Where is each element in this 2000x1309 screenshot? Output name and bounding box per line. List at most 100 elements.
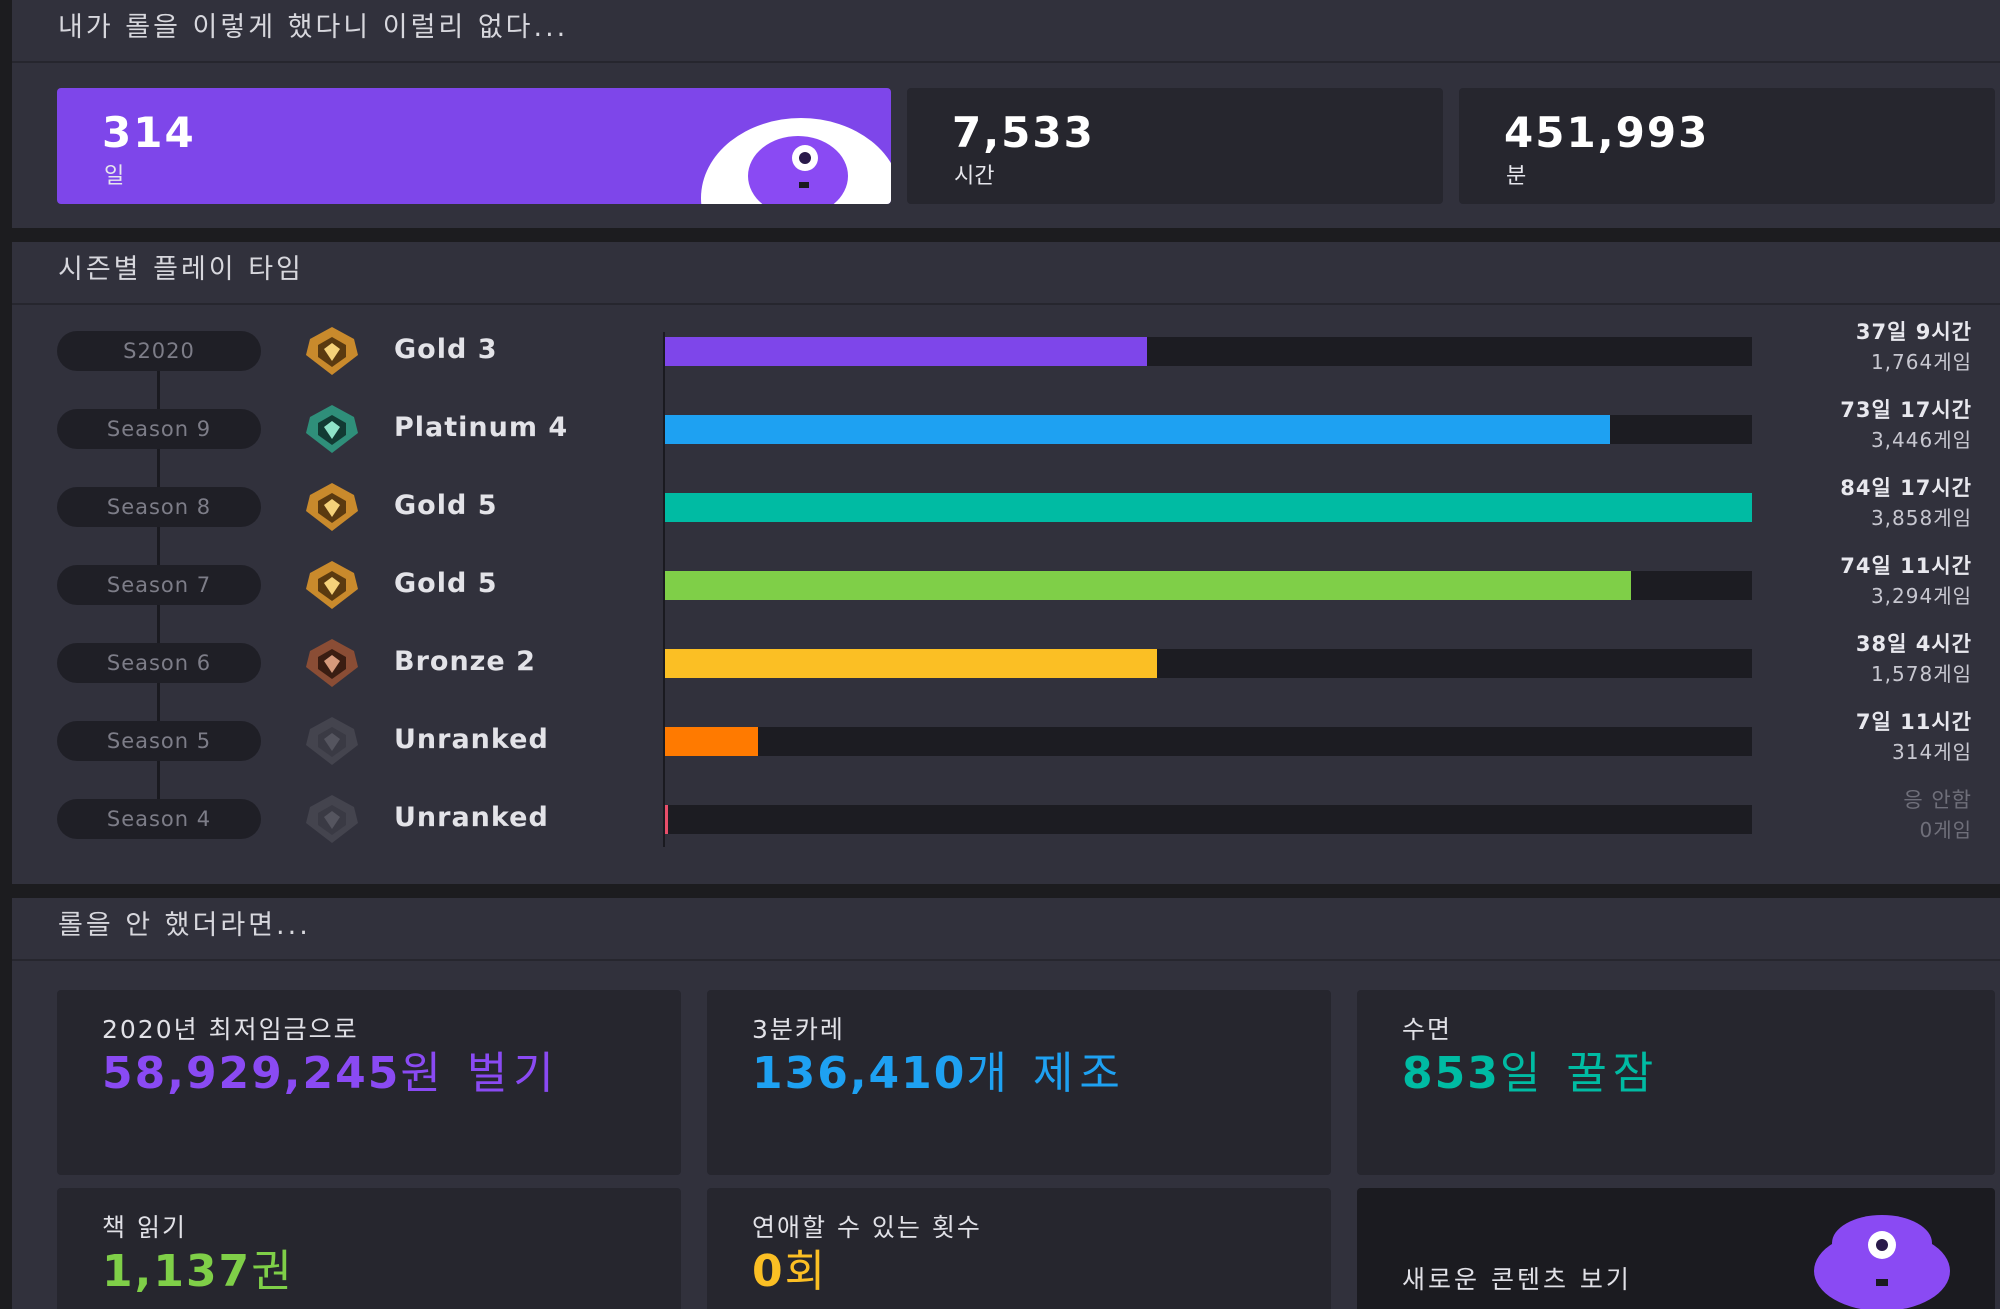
- minutes-unit: 분: [1506, 164, 1527, 189]
- games-count: 1,578게임: [1870, 662, 1972, 686]
- playtime-bar: [665, 415, 1610, 444]
- tier-name: Platinum 4: [394, 412, 569, 443]
- playtime-text: 37일 9시간 1,764게임: [1772, 317, 1972, 377]
- playtime-text: 84일 17시간 3,858게임: [1772, 473, 1972, 533]
- gold-emblem-icon: [302, 325, 362, 377]
- tier-name: Gold 5: [394, 490, 498, 521]
- hours-value: 7,533: [952, 108, 1095, 157]
- season-pill: S2020: [57, 331, 261, 371]
- playtime-text: 74일 11시간 3,294게임: [1772, 551, 1972, 611]
- curry-card: 3분카레 136,410개 제조: [707, 990, 1331, 1175]
- playtime-duration: 73일 17시간: [1840, 398, 1972, 422]
- playtime-text: 응 안함 0게임: [1772, 785, 1972, 845]
- wage-label: 2020년 최저임금으로: [102, 1015, 359, 1044]
- days-value: 314: [102, 108, 196, 157]
- playtime-duration: 38일 4시간: [1855, 632, 1972, 656]
- hours-card: 7,533 시간: [907, 88, 1443, 204]
- curry-value-line: 136,410개 제조: [752, 1048, 1126, 1100]
- playtime-bar-track: [665, 649, 1752, 678]
- dating-value-line: 0회: [752, 1246, 831, 1298]
- books-value-line: 1,137권: [102, 1246, 298, 1298]
- days-unit: 일: [104, 164, 125, 189]
- playtime-bar: [665, 337, 1147, 366]
- playtime-duration: 7일 11시간: [1855, 710, 1972, 734]
- games-count: 3,858게임: [1870, 506, 1972, 530]
- tier-name: Gold 3: [394, 334, 498, 365]
- alternatives-title: 롤을 안 했더라면...: [12, 898, 2000, 961]
- wage-card: 2020년 최저임금으로 58,929,245원 벌기: [57, 990, 681, 1175]
- playtime-bar-track: [665, 805, 1752, 834]
- playtime-duration: 84일 17시간: [1840, 476, 1972, 500]
- games-count: 1,764게임: [1870, 350, 1972, 374]
- summary-panel: 내가 롤을 이렇게 했다니 이럴리 없다... 314 일 7,533 시간 4…: [12, 0, 2000, 228]
- playtime-text: 7일 11시간 314게임: [1772, 707, 1972, 767]
- sleep-value: 853: [1402, 1048, 1500, 1099]
- books-card: 책 읽기 1,137권: [57, 1188, 681, 1309]
- season-pill: Season 9: [57, 409, 261, 449]
- new-content-label: 새로운 콘텐츠 보기: [1402, 1265, 1632, 1294]
- playtime-text: 38일 4시간 1,578게임: [1772, 629, 1972, 689]
- season-playtime-panel: 시즌별 플레이 타임 S2020 Gold 3 37일 9시간 1,764게임 Seas…: [12, 242, 2000, 884]
- gold-emblem-icon: [302, 481, 362, 533]
- books-label: 책 읽기: [102, 1213, 187, 1242]
- season-pill: Season 8: [57, 487, 261, 527]
- playtime-duration: 74일 11시간: [1840, 554, 1972, 578]
- season-pill: Season 4: [57, 799, 261, 839]
- playtime-bar: [665, 493, 1752, 522]
- wage-value: 58,929,245: [102, 1048, 401, 1099]
- season-playtime-title: 시즌별 플레이 타임: [12, 242, 2000, 305]
- dating-label: 연애할 수 있는 횟수: [752, 1213, 982, 1242]
- curry-unit: 개 제조: [966, 1048, 1126, 1099]
- playtime-bar-track: [665, 571, 1752, 600]
- dating-value: 0: [752, 1246, 785, 1297]
- season-row: Season 6 Bronze 2 38일 4시간 1,578게임: [12, 632, 2000, 693]
- playtime-text: 73일 17시간 3,446게임: [1772, 395, 1972, 455]
- unranked-emblem-icon: [302, 715, 362, 767]
- tier-name: Gold 5: [394, 568, 498, 599]
- new-content-button[interactable]: 새로운 콘텐츠 보기: [1357, 1188, 1995, 1309]
- season-row: S2020 Gold 3 37일 9시간 1,764게임: [12, 320, 2000, 381]
- summary-title: 내가 롤을 이렇게 했다니 이럴리 없다...: [12, 0, 2000, 63]
- wage-value-line: 58,929,245원 벌기: [102, 1048, 622, 1100]
- games-count: 3,294게임: [1870, 584, 1972, 608]
- bronze-emblem-icon: [302, 637, 362, 689]
- season-row: Season 4 Unranked 응 안함 0게임: [12, 788, 2000, 849]
- hours-unit: 시간: [954, 164, 995, 189]
- minutes-value: 451,993: [1504, 108, 1710, 157]
- playtime-duration: 37일 9시간: [1855, 320, 1972, 344]
- alternatives-panel: 롤을 안 했더라면... 2020년 최저임금으로 58,929,245원 벌기…: [12, 898, 2000, 1309]
- season-pill: Season 6: [57, 643, 261, 683]
- playtime-bar: [665, 805, 668, 834]
- season-pill: Season 5: [57, 721, 261, 761]
- playtime-bar-track: [665, 727, 1752, 756]
- playtime-duration: 응 안함: [1903, 788, 1972, 812]
- books-value: 1,137: [102, 1246, 252, 1297]
- season-row: Season 8 Gold 5 84일 17시간 3,858게임: [12, 476, 2000, 537]
- playtime-bar: [665, 727, 758, 756]
- gold-emblem-icon: [302, 559, 362, 611]
- curry-value: 136,410: [752, 1048, 967, 1099]
- tier-name: Unranked: [394, 724, 549, 755]
- playtime-bar: [665, 649, 1157, 678]
- dating-unit: 회: [784, 1246, 832, 1297]
- season-row: Season 7 Gold 5 74일 11시간 3,294게임: [12, 554, 2000, 615]
- games-count: 3,446게임: [1870, 428, 1972, 452]
- unranked-emblem-icon: [302, 793, 362, 845]
- sleep-unit: 일 꿀잠: [1499, 1048, 1660, 1099]
- sleep-label: 수면: [1402, 1015, 1453, 1044]
- sleep-card: 수면 853일 꿀잠: [1357, 990, 1995, 1175]
- playtime-bar-track: [665, 415, 1752, 444]
- games-count: 314게임: [1892, 740, 1972, 764]
- mascot-icon: [748, 136, 848, 204]
- season-row: Season 5 Unranked 7일 11시간 314게임: [12, 710, 2000, 771]
- season-row: Season 9 Platinum 4 73일 17시간 3,446게임: [12, 398, 2000, 459]
- playtime-bar-track: [665, 493, 1752, 522]
- tier-name: Bronze 2: [394, 646, 536, 677]
- tier-name: Unranked: [394, 802, 549, 833]
- playtime-bar: [665, 571, 1631, 600]
- sleep-value-line: 853일 꿀잠: [1402, 1048, 1659, 1100]
- dating-card: 연애할 수 있는 횟수 0회: [707, 1188, 1331, 1309]
- platinum-emblem-icon: [302, 403, 362, 455]
- playtime-bar-track: [665, 337, 1752, 366]
- curry-label: 3분카레: [752, 1015, 845, 1044]
